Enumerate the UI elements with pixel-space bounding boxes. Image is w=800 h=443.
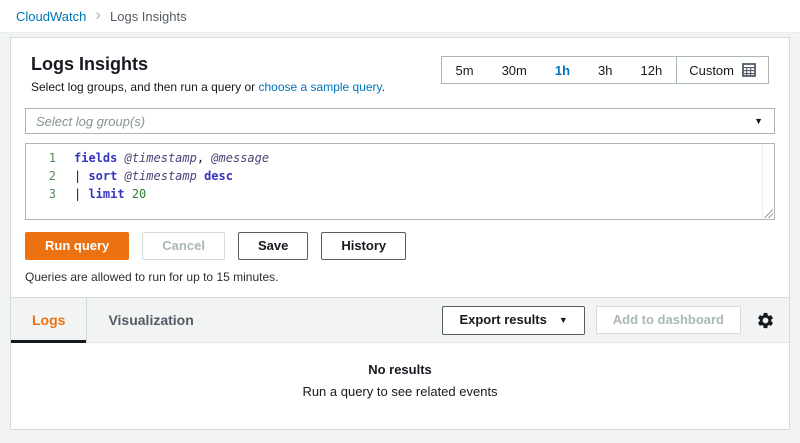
line-number: 3	[26, 185, 56, 203]
editor-scrollbar-track[interactable]	[762, 144, 763, 219]
query-token-field: @timestamp	[125, 151, 197, 165]
query-token-plain	[117, 151, 124, 165]
subtitle-text: Select log groups, and then run a query …	[31, 80, 258, 94]
query-token-plain	[125, 187, 132, 201]
page-subtitle: Select log groups, and then run a query …	[31, 80, 385, 94]
query-actions: Run query Cancel Save History	[25, 232, 775, 260]
breadcrumb-chevron-icon: ›	[95, 5, 101, 25]
tab-visualization[interactable]: Visualization	[87, 298, 214, 342]
query-code: | limit 20	[74, 185, 146, 203]
export-results-button[interactable]: Export results ▼	[442, 306, 584, 335]
query-token-number: 20	[132, 187, 146, 201]
cancel-button: Cancel	[142, 232, 225, 260]
add-to-dashboard-button: Add to dashboard	[596, 306, 741, 334]
query-token-field: @message	[211, 151, 269, 165]
time-option-3h[interactable]: 3h	[584, 57, 626, 83]
log-group-select[interactable]: Select log group(s) ▼	[25, 108, 775, 134]
run-query-button[interactable]: Run query	[25, 232, 129, 260]
history-button[interactable]: History	[321, 232, 406, 260]
results-panel: No results Run a query to see related ev…	[11, 343, 789, 429]
query-editor[interactable]: 1 fields @timestamp, @message 2 | sort @tim…	[25, 143, 775, 220]
logs-insights-panel: Logs Insights Select log groups, and the…	[10, 37, 790, 430]
panel-header: Logs Insights Select log groups, and the…	[11, 38, 789, 108]
query-editor-lines: 1 fields @timestamp, @message 2 | sort @tim…	[26, 149, 774, 203]
query-token-field: @timestamp	[125, 169, 197, 183]
breadcrumb-current: Logs Insights	[110, 9, 187, 24]
query-line: 3 | limit 20	[26, 185, 774, 203]
query-limit-note: Queries are allowed to run for up to 15 …	[25, 270, 775, 284]
time-range-selector: 5m 30m 1h 3h 12h Custom	[441, 56, 770, 84]
calendar-icon	[742, 63, 756, 77]
time-option-1h[interactable]: 1h	[541, 57, 584, 83]
query-token-plain	[197, 169, 204, 183]
page-title: Logs Insights	[31, 54, 385, 75]
query-token-plain	[117, 169, 124, 183]
query-token-keyword: fields	[74, 151, 117, 165]
gear-icon	[756, 311, 775, 330]
query-code: fields @timestamp, @message	[74, 149, 269, 167]
header-text: Logs Insights Select log groups, and the…	[31, 54, 385, 94]
query-token-keyword: limit	[88, 187, 124, 201]
query-line: 1 fields @timestamp, @message	[26, 149, 774, 167]
query-token-plain: |	[74, 187, 88, 201]
query-token-plain: |	[74, 169, 88, 183]
query-code: | sort @timestamp desc	[74, 167, 233, 185]
settings-gear-button[interactable]	[754, 309, 777, 332]
sample-query-link[interactable]: choose a sample query	[258, 80, 381, 94]
line-number: 1	[26, 149, 56, 167]
breadcrumb-link-cloudwatch[interactable]: CloudWatch	[16, 9, 86, 24]
results-tabs: Logs Visualization Export results ▼ Add t…	[11, 297, 789, 343]
tab-logs[interactable]: Logs	[11, 298, 86, 342]
results-actions: Export results ▼ Add to dashboard	[442, 306, 789, 335]
time-option-30m[interactable]: 30m	[488, 57, 541, 83]
log-group-placeholder: Select log group(s)	[36, 114, 145, 129]
subtitle-suffix: .	[382, 80, 385, 94]
no-results-title: No results	[11, 362, 789, 377]
query-token-keyword: sort	[88, 169, 117, 183]
caret-down-icon: ▼	[559, 315, 568, 325]
time-option-5m[interactable]: 5m	[442, 57, 488, 83]
breadcrumb: CloudWatch › Logs Insights	[0, 0, 800, 33]
time-option-custom[interactable]: Custom	[676, 57, 768, 83]
query-token-plain: ,	[197, 151, 211, 165]
custom-label: Custom	[689, 63, 734, 78]
time-option-12h[interactable]: 12h	[627, 57, 677, 83]
query-line: 2 | sort @timestamp desc	[26, 167, 774, 185]
caret-down-icon: ▼	[754, 116, 763, 126]
query-token-keyword: desc	[204, 169, 233, 183]
no-results-message: Run a query to see related events	[11, 384, 789, 399]
line-number: 2	[26, 167, 56, 185]
save-button[interactable]: Save	[238, 232, 308, 260]
resize-grip-icon[interactable]	[762, 207, 773, 218]
export-results-label: Export results	[459, 312, 546, 327]
